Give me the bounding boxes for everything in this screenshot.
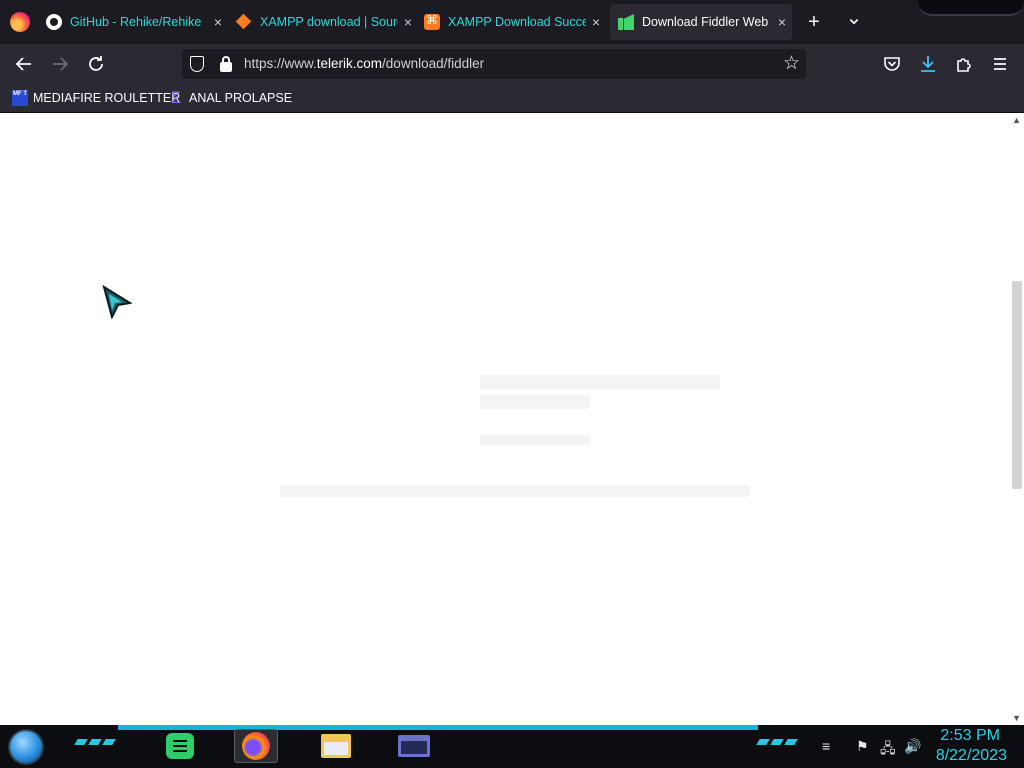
taskbar-firefox[interactable] xyxy=(234,729,278,763)
page-content[interactable]: ▲ ▼ xyxy=(0,113,1024,725)
app-menu-button[interactable] xyxy=(988,52,1012,76)
download-icon xyxy=(921,56,935,72)
window-icon xyxy=(398,735,430,757)
puzzle-icon xyxy=(957,58,971,72)
tab-title: XAMPP download | SourceForge xyxy=(260,15,398,29)
volume-icon[interactable]: 🔊 xyxy=(904,738,921,755)
taskbar-window-app[interactable] xyxy=(392,729,436,763)
tab-xampp-success[interactable]: XAMPP Download Success × xyxy=(424,4,606,40)
telerik-icon xyxy=(618,14,634,30)
mediafire-icon: MF T xyxy=(12,90,28,106)
lock-icon[interactable] xyxy=(220,56,232,72)
sourceforge-icon xyxy=(236,14,252,30)
start-button[interactable] xyxy=(8,729,44,765)
clock-date[interactable]: 8/22/2023 xyxy=(936,747,1007,765)
bookmark-star-icon[interactable]: ☆ xyxy=(783,52,800,75)
taskbar-decoration xyxy=(756,739,798,745)
back-button[interactable] xyxy=(12,52,36,76)
reload-button[interactable] xyxy=(84,52,108,76)
taskbar-accent xyxy=(118,725,758,730)
url-path: /download/fiddler xyxy=(382,56,485,71)
url-bar[interactable]: https://www.telerik.com/download/fiddler… xyxy=(182,49,806,79)
tab-xampp-download[interactable]: XAMPP download | SourceForge × xyxy=(236,4,418,40)
flag-icon[interactable]: ⚑ xyxy=(856,738,869,755)
scrollbar-thumb[interactable] xyxy=(1012,281,1022,489)
arrow-left-icon xyxy=(15,57,31,71)
scroll-down-icon[interactable]: ▼ xyxy=(1012,713,1021,723)
tab-title: Download Fiddler Web Debugger xyxy=(642,15,772,29)
theme-decoration xyxy=(918,0,1024,16)
vertical-scrollbar[interactable]: ▲ ▼ xyxy=(1010,113,1024,725)
xampp-icon xyxy=(424,13,440,30)
url-prefix: https://www. xyxy=(244,56,317,71)
bookmark-label: ANAL PROLAPSE xyxy=(189,91,293,105)
arrow-right-icon xyxy=(53,57,69,71)
bookmark-mediafire[interactable]: MF T MEDIAFIRE ROULETTER xyxy=(12,90,180,106)
reload-icon xyxy=(89,56,103,71)
url-domain: telerik.com xyxy=(316,56,383,71)
firefox-menu-icon[interactable] xyxy=(10,12,30,32)
forward-button[interactable] xyxy=(48,52,72,76)
bookmark-label: MEDIAFIRE ROULETTER xyxy=(33,91,181,105)
show-hidden-icons-icon[interactable]: ≡ xyxy=(822,738,830,754)
pocket-icon xyxy=(884,57,900,71)
tab-close-icon[interactable]: × xyxy=(586,14,606,30)
tab-title: XAMPP Download Success xyxy=(448,15,586,29)
hamburger-menu-icon xyxy=(994,58,1006,70)
scroll-up-icon[interactable]: ▲ xyxy=(1012,115,1021,125)
taskbar-notes-app[interactable] xyxy=(158,729,202,763)
folder-icon xyxy=(321,734,351,758)
downloads-button[interactable] xyxy=(916,52,940,76)
loading-placeholder xyxy=(480,395,590,409)
network-icon[interactable]: 🖧 xyxy=(880,738,896,762)
loading-placeholder xyxy=(480,435,590,445)
sigma-icon: Σ xyxy=(170,88,182,107)
tab-close-icon[interactable]: × xyxy=(772,14,792,30)
clock-time[interactable]: 2:53 PM xyxy=(940,727,1000,745)
list-all-tabs-button[interactable]: ⌄ xyxy=(842,6,866,30)
tracking-protection-icon[interactable] xyxy=(190,56,204,72)
tab-strip: GitHub - Rehike/Rehike × XAMPP download … xyxy=(0,0,1024,44)
mouse-cursor-icon xyxy=(102,285,132,319)
tab-title: GitHub - Rehike/Rehike xyxy=(70,15,202,29)
github-icon xyxy=(46,14,62,30)
taskbar-decoration xyxy=(74,739,116,745)
extensions-button[interactable] xyxy=(952,52,976,76)
loading-placeholder xyxy=(480,375,720,389)
new-tab-button[interactable]: + xyxy=(802,10,826,34)
bookmark-second[interactable]: Σ ANAL PROLAPSE xyxy=(168,88,293,107)
notes-icon xyxy=(166,733,194,759)
taskbar-file-explorer[interactable] xyxy=(314,729,358,763)
firefox-icon xyxy=(242,732,270,760)
tab-github[interactable]: GitHub - Rehike/Rehike × xyxy=(46,4,228,40)
nav-toolbar: https://www.telerik.com/download/fiddler… xyxy=(0,44,1024,84)
bookmarks-toolbar: MF T MEDIAFIRE ROULETTER Σ ANAL PROLAPSE xyxy=(0,84,1024,113)
pocket-button[interactable] xyxy=(880,52,904,76)
url-text[interactable]: https://www.telerik.com/download/fiddler xyxy=(244,56,484,71)
tab-close-icon[interactable]: × xyxy=(398,14,418,30)
tab-close-icon[interactable]: × xyxy=(208,14,228,30)
loading-placeholder xyxy=(280,485,750,497)
tab-fiddler[interactable]: Download Fiddler Web Debugger × xyxy=(610,4,792,40)
taskbar: ≡ ⚑ 🖧 🔊 2:53 PM 8/22/2023 xyxy=(0,725,1024,768)
